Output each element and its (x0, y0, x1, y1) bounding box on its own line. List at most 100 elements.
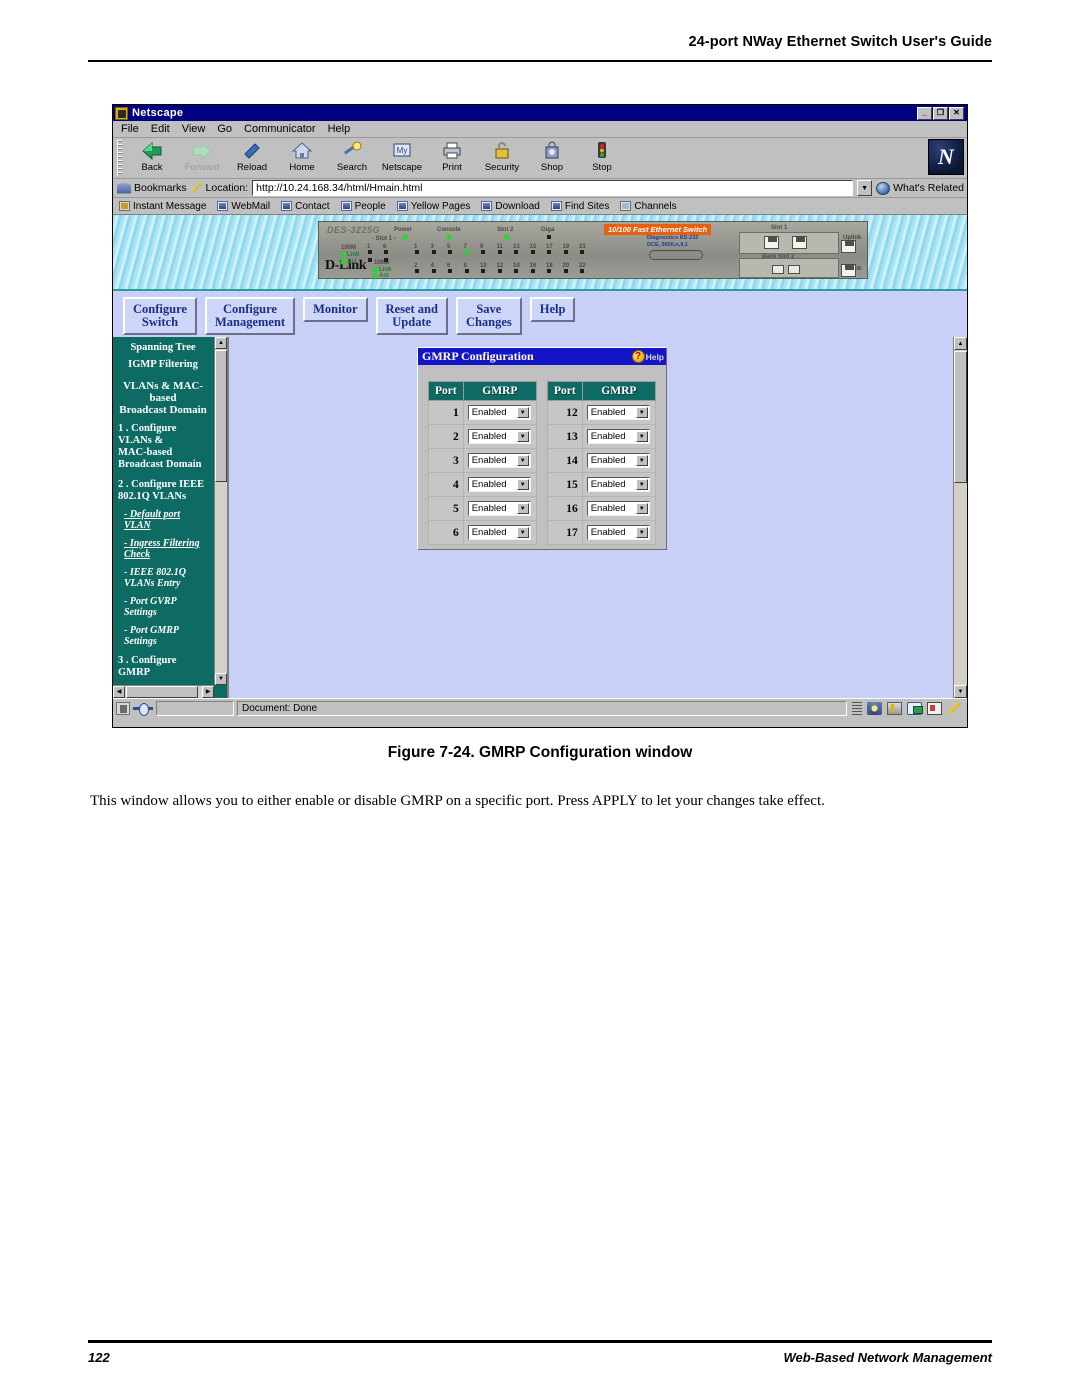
gmrp-select-port-3[interactable]: Enabled ▼ (467, 453, 531, 468)
sidebar-item-spanning-tree[interactable]: Spanning Tree (116, 342, 210, 354)
nav-reset-and-update[interactable]: Reset and Update (375, 297, 448, 336)
url-input[interactable]: http://10.24.168.34/html/Hmain.html (252, 180, 854, 196)
chevron-down-icon[interactable]: ▼ (635, 503, 648, 514)
back-button[interactable]: Back (127, 138, 177, 177)
url-dropdown-button[interactable]: ▼ (857, 180, 873, 196)
forward-button[interactable]: Forward (177, 138, 227, 177)
nav-save-changes[interactable]: Save Changes (455, 297, 522, 336)
sidebar-item-igmp-filtering[interactable]: IGMP Filtering (116, 359, 210, 371)
chevron-down-icon[interactable]: ▼ (516, 455, 529, 466)
pb-channels[interactable]: Channels (620, 201, 677, 212)
pb-people[interactable]: People (340, 201, 386, 212)
gmrp-select-port-1[interactable]: Enabled ▼ (467, 405, 531, 420)
sidebar-scroll-down-arrow[interactable]: ▼ (215, 673, 227, 685)
menu-view[interactable]: View (182, 123, 206, 135)
chevron-down-icon[interactable]: ▼ (516, 431, 529, 442)
reload-icon (241, 140, 263, 161)
gmrp-select-port-5[interactable]: Enabled ▼ (467, 501, 531, 516)
gmrp-select-port-16[interactable]: Enabled ▼ (586, 501, 650, 516)
chevron-down-icon[interactable]: ▼ (635, 431, 648, 442)
reload-button[interactable]: Reload (227, 138, 277, 177)
sidebar-scroll-thumb[interactable] (215, 350, 227, 482)
sidebar-content: IP Settings Port Settings Port Mirroring… (113, 337, 213, 681)
main-scroll-thumb[interactable] (954, 351, 967, 483)
menu-go[interactable]: Go (217, 123, 232, 135)
sidebar-sub-ingress-filtering[interactable]: - Ingress Filtering Check (116, 538, 210, 561)
close-button[interactable]: ✕ (949, 106, 964, 120)
gmrp-select-port-4[interactable]: Enabled ▼ (467, 477, 531, 492)
netscape-button[interactable]: My Netscape (377, 138, 427, 177)
toolbar-grip[interactable] (117, 140, 122, 176)
search-button[interactable]: Search (327, 138, 377, 177)
chevron-down-icon[interactable]: ▼ (516, 503, 529, 514)
menu-lines-icon[interactable] (852, 701, 862, 715)
page-proxy-icon[interactable] (190, 182, 202, 194)
gmrp-select-port-15[interactable]: Enabled ▼ (586, 477, 650, 492)
security-button[interactable]: Security (477, 138, 527, 177)
sidebar-sub-vlans-entry[interactable]: - IEEE 802.1Q VLANs Entry (116, 567, 210, 590)
sidebar-scroll-left-arrow[interactable]: ◀ (113, 686, 125, 698)
sidebar-scroll-up-arrow[interactable]: ▲ (215, 337, 227, 349)
sidebar-step-2[interactable]: 2 . Configure IEEE 802.1Q VLANs (116, 479, 210, 503)
pb-yellow-pages[interactable]: Yellow Pages (396, 201, 470, 212)
composer-pen-icon[interactable] (947, 701, 962, 715)
sidebar-sub-port-gvrp[interactable]: - Port GVRP Settings (116, 596, 210, 619)
whats-related-button[interactable]: What's Related (876, 181, 964, 195)
gmrp-select-port-12[interactable]: Enabled ▼ (586, 405, 650, 420)
chevron-down-icon[interactable]: ▼ (635, 527, 648, 538)
print-button[interactable]: Print (427, 138, 477, 177)
minimize-button[interactable]: _ (917, 106, 932, 120)
addressbook-icon[interactable] (927, 701, 942, 715)
sidebar-sub-default-port-vlan[interactable]: - Default port VLAN (116, 509, 210, 532)
restore-button[interactable]: ❐ (933, 106, 948, 120)
pb-contact[interactable]: Contact (281, 201, 330, 212)
nav-monitor[interactable]: Monitor (303, 297, 368, 323)
sidebar-vertical-scrollbar[interactable]: ▲ ▼ (214, 337, 227, 685)
gmrp-select-port-13[interactable]: Enabled ▼ (586, 429, 650, 444)
chevron-down-icon[interactable]: ▼ (516, 479, 529, 490)
main-vertical-scrollbar[interactable]: ▲ ▼ (953, 337, 967, 698)
sidebar-step-1[interactable]: 1 . Configure VLANs & MAC-based Broadcas… (116, 423, 210, 471)
menu-edit[interactable]: Edit (151, 123, 170, 135)
sidebar-scroll-right-arrow[interactable]: ▶ (202, 686, 214, 698)
chevron-down-icon[interactable]: ▼ (516, 407, 529, 418)
gmrp-select-port-6[interactable]: Enabled ▼ (467, 525, 531, 540)
pb-download[interactable]: Download (481, 201, 540, 212)
sidebar-hscroll-thumb[interactable] (126, 686, 198, 698)
gmrp-select-port-17[interactable]: Enabled ▼ (586, 525, 650, 540)
netscape-logo[interactable]: N (928, 139, 964, 175)
nav-help[interactable]: Help (529, 297, 576, 323)
download-icon[interactable] (887, 701, 902, 715)
bookmarks-button[interactable]: Bookmarks (117, 182, 187, 194)
main-scroll-down-arrow[interactable]: ▼ (954, 685, 967, 698)
nav-configure-management[interactable]: Configure Management (204, 297, 296, 336)
network-icon[interactable] (867, 701, 882, 715)
pb-find-sites[interactable]: Find Sites (550, 201, 609, 212)
port-led (547, 250, 551, 254)
pb-instant-message[interactable]: Instant Message (119, 201, 206, 212)
sidebar-step-3[interactable]: 3 . Configure GMRP (116, 655, 210, 679)
help-button[interactable]: ? Help (631, 350, 664, 363)
gmrp-select-port-2[interactable]: Enabled ▼ (467, 429, 531, 444)
chevron-down-icon[interactable]: ▼ (635, 479, 648, 490)
sidebar-horizontal-scrollbar[interactable]: ◀ ▶ (113, 685, 214, 698)
sidebar-sub-port-gmrp[interactable]: - Port GMRP Settings (116, 625, 210, 648)
stop-button[interactable]: Stop (577, 138, 627, 177)
gmrp-select-port-14[interactable]: Enabled ▼ (586, 453, 650, 468)
pb-webmail-label: WebMail (231, 200, 271, 212)
pb-webmail[interactable]: WebMail (217, 201, 270, 212)
menu-help[interactable]: Help (328, 123, 351, 135)
nav-configure-switch[interactable]: Configure Switch (123, 297, 197, 336)
body-paragraph: This window allows you to either enable … (90, 793, 825, 809)
chevron-down-icon[interactable]: ▼ (635, 407, 648, 418)
menu-communicator[interactable]: Communicator (244, 123, 316, 135)
led-giga (547, 235, 551, 239)
main-scroll-up-arrow[interactable]: ▲ (954, 337, 967, 350)
home-button[interactable]: Home (277, 138, 327, 177)
menu-file[interactable]: File (121, 123, 139, 135)
chevron-down-icon[interactable]: ▼ (635, 455, 648, 466)
chat-icon[interactable] (907, 701, 923, 715)
chevron-down-icon[interactable]: ▼ (516, 527, 529, 538)
security-lock-icon[interactable] (116, 701, 130, 715)
shop-button[interactable]: Shop (527, 138, 577, 177)
